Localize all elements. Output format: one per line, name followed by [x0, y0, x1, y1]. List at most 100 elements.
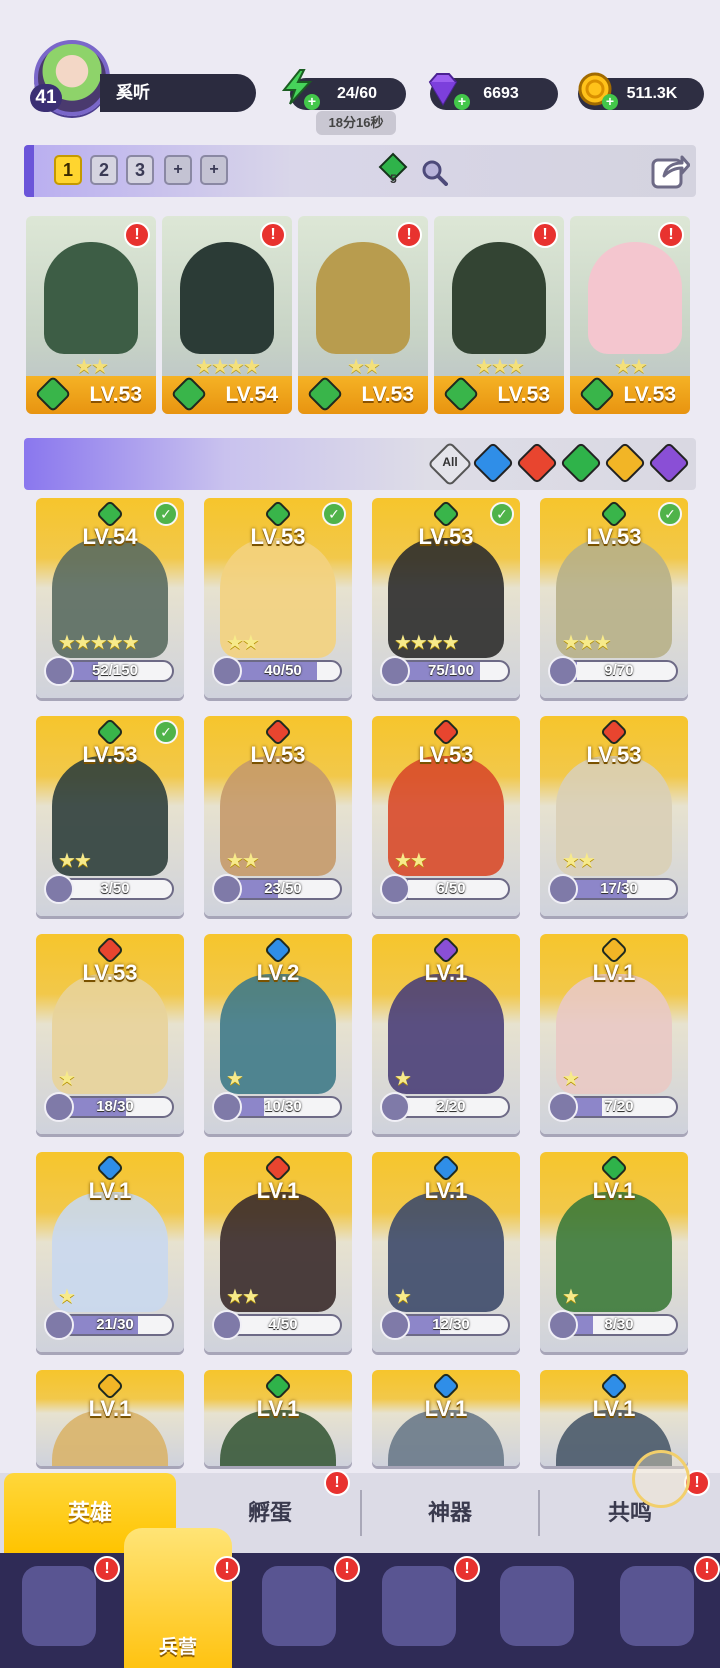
- hero-level: LV.1: [424, 1396, 468, 1421]
- hero-level: LV.53: [82, 742, 138, 767]
- hero-card[interactable]: LV.1: [204, 1370, 352, 1466]
- hero-card[interactable]: LV.1 ★ 8/30: [540, 1152, 688, 1352]
- hero-level: LV.1: [256, 1396, 300, 1421]
- hero-portrait: [588, 242, 682, 354]
- hero-level: LV.53: [250, 742, 306, 767]
- hero-card[interactable]: LV.1 ★ 12/30: [372, 1152, 520, 1352]
- hero-portrait: [452, 242, 546, 354]
- hero-stars: ★: [58, 1286, 76, 1308]
- hero-card[interactable]: LV.53 ★ 18/30: [36, 934, 184, 1134]
- shard-count: 40/50: [264, 662, 302, 679]
- hero-card[interactable]: LV.1 ★ 7/20: [540, 934, 688, 1134]
- hero-card[interactable]: LV.1: [372, 1370, 520, 1466]
- hero-card[interactable]: LV.54 ✓ ★★★★★ 52/150: [36, 498, 184, 698]
- hero-stars: ★: [394, 1286, 412, 1308]
- team-bar-accent: [24, 145, 34, 197]
- shard-icon: [380, 1310, 410, 1340]
- shard-icon: [44, 1310, 74, 1340]
- hero-stars: ★★: [562, 850, 596, 872]
- gold-plus-icon[interactable]: +: [602, 94, 618, 110]
- gem-plus-icon[interactable]: +: [454, 94, 470, 110]
- share-icon[interactable]: [650, 152, 690, 190]
- nav-alert-icon: !: [94, 1556, 120, 1582]
- shard-count: 52/150: [92, 662, 138, 679]
- hero-portrait: [316, 242, 410, 354]
- hero-stars: ★★★: [562, 632, 612, 654]
- hero-level: LV.1: [592, 960, 636, 985]
- nav-cards-icon[interactable]: [22, 1566, 96, 1646]
- hero-card[interactable]: LV.53 ✓ ★★ 3/50: [36, 716, 184, 916]
- shard-icon: [380, 1092, 410, 1122]
- team-hero-card[interactable]: ★★ LV.53!: [570, 216, 690, 414]
- team-tab-add-1[interactable]: +: [164, 155, 192, 185]
- hero-card[interactable]: LV.53 ★★ 6/50: [372, 716, 520, 916]
- tab-artifacts[interactable]: 神器: [362, 1473, 538, 1553]
- hero-card[interactable]: LV.53 ✓ ★★★ 9/70: [540, 498, 688, 698]
- shard-icon: [548, 1092, 578, 1122]
- alert-icon: !: [532, 222, 558, 248]
- hero-level: LV.1: [424, 1178, 468, 1203]
- in-team-check-icon: ✓: [658, 502, 682, 526]
- search-icon[interactable]: [420, 158, 448, 186]
- hero-card[interactable]: LV.1 ★ 21/30: [36, 1152, 184, 1352]
- hero-stars: ★★: [58, 850, 92, 872]
- shard-icon: [212, 874, 242, 904]
- alert-icon: !: [124, 222, 150, 248]
- team-tab-2[interactable]: 2: [90, 155, 118, 185]
- hero-level: LV.1: [424, 960, 468, 985]
- nav-guild-icon[interactable]: [500, 1566, 574, 1646]
- nav-barracks-label: 兵营: [158, 1637, 197, 1658]
- hero-card[interactable]: LV.1 ★★ 4/50: [204, 1152, 352, 1352]
- hero-card[interactable]: LV.1 ★ 2/20: [372, 934, 520, 1134]
- team-hero-card[interactable]: ★★ LV.53!: [26, 216, 156, 414]
- hero-level: LV.53: [586, 524, 642, 549]
- player-name[interactable]: 奚听: [100, 74, 256, 112]
- nav-alert-icon: !: [454, 1556, 480, 1582]
- nav-shield-icon[interactable]: [620, 1566, 694, 1646]
- shard-icon: [212, 656, 242, 686]
- shard-count: 9/70: [604, 662, 634, 679]
- team-tab-1[interactable]: 1: [54, 155, 82, 185]
- shard-icon: [548, 874, 578, 904]
- gem-value: 6693: [483, 85, 519, 102]
- hero-level: LV.53: [586, 742, 642, 767]
- shard-count: 4/50: [268, 1316, 298, 1333]
- shard-icon: [380, 656, 410, 686]
- hero-stars: ★★★★★: [58, 632, 140, 654]
- hero-level: LV.1: [592, 1178, 636, 1203]
- filter-all-label: All: [442, 455, 458, 469]
- hero-level: LV.1: [256, 1178, 300, 1203]
- hero-card[interactable]: LV.53 ★★ 23/50: [204, 716, 352, 916]
- alert-icon: !: [260, 222, 286, 248]
- shard-count: 12/30: [432, 1316, 470, 1333]
- team-tab-3[interactable]: 3: [126, 155, 154, 185]
- hero-card[interactable]: LV.53 ★★ 17/30: [540, 716, 688, 916]
- shard-count: 21/30: [96, 1316, 134, 1333]
- shard-icon: [548, 656, 578, 686]
- hero-card[interactable]: LV.1: [36, 1370, 184, 1466]
- team-hero-card[interactable]: ★★★ LV.53!: [434, 216, 564, 414]
- floating-action-button[interactable]: [632, 1450, 690, 1508]
- nav-alert-icon: !: [214, 1556, 240, 1582]
- alert-icon: !: [396, 222, 422, 248]
- nav-map-icon[interactable]: [262, 1566, 336, 1646]
- hero-stars: ★★: [226, 1286, 260, 1308]
- nav-alert-icon: !: [334, 1556, 360, 1582]
- hero-stars: ★: [562, 1068, 580, 1090]
- hero-portrait: [180, 242, 274, 354]
- hero-stars: ★: [562, 1286, 580, 1308]
- hero-card[interactable]: LV.2 ★ 10/30: [204, 934, 352, 1134]
- team-tab-add-2[interactable]: +: [200, 155, 228, 185]
- hero-card[interactable]: LV.53 ✓ ★★ 40/50: [204, 498, 352, 698]
- shard-icon: [44, 1092, 74, 1122]
- hero-card[interactable]: LV.53 ✓ ★★★★ 75/100: [372, 498, 520, 698]
- hero-portrait: [44, 242, 138, 354]
- hero-level: LV.1: [88, 1178, 132, 1203]
- energy-plus-icon[interactable]: +: [304, 94, 320, 110]
- nav-castle-icon[interactable]: [382, 1566, 456, 1646]
- team-hero-card[interactable]: ★★ LV.53!: [298, 216, 428, 414]
- team-hero-card[interactable]: ★★★★ LV.54!: [162, 216, 292, 414]
- shard-count: 10/30: [264, 1098, 302, 1115]
- hero-level: LV.54: [82, 524, 138, 549]
- hero-stars: ★★: [226, 850, 260, 872]
